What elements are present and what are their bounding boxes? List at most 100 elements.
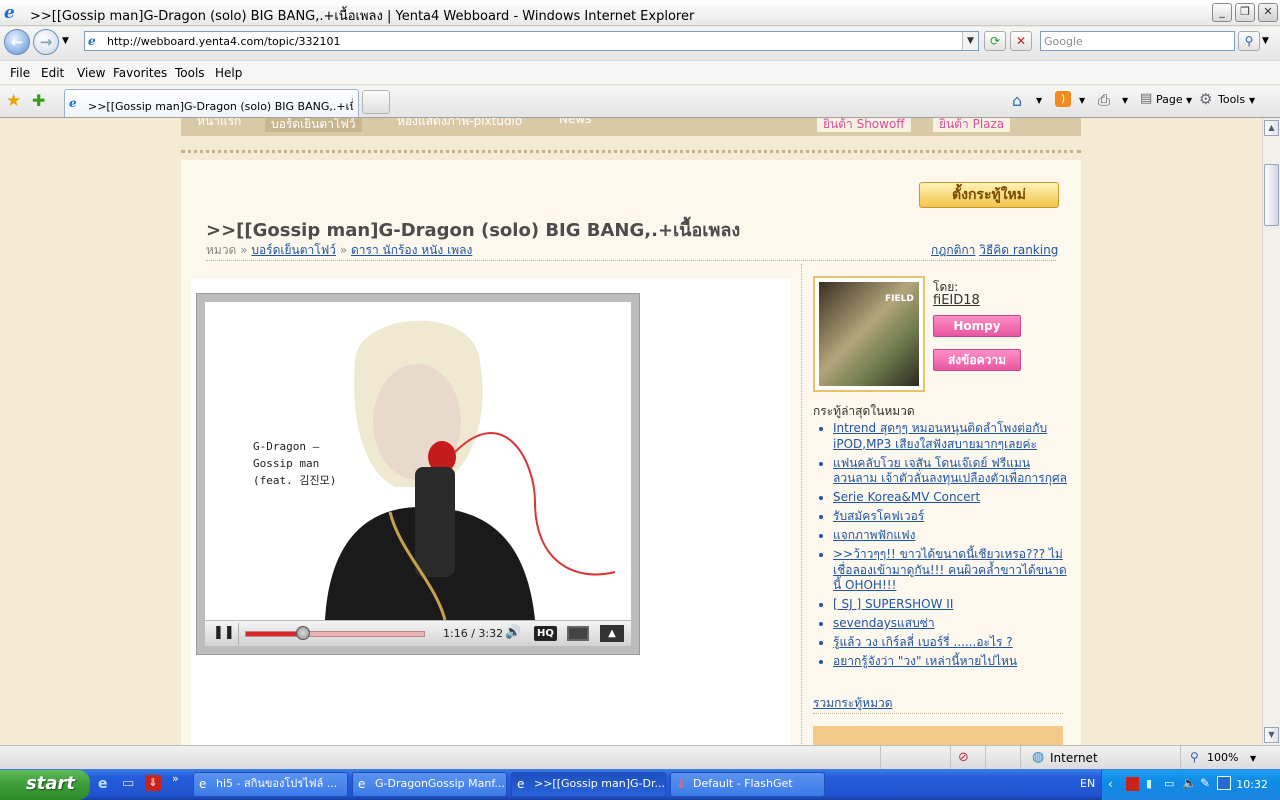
history-dropdown-icon[interactable]: ▼ <box>62 36 69 46</box>
monitor-icon[interactable]: ▭ <box>1164 777 1174 790</box>
menu-favorites[interactable]: Favorites <box>113 66 167 80</box>
site-nav-pixtudio[interactable]: ห้องแสดงภาพ-pixtudio <box>397 118 522 131</box>
expand-icon[interactable]: ▲ <box>600 625 624 642</box>
pause-icon[interactable]: ❚❚ <box>213 625 235 640</box>
protected-mode-icon[interactable]: ⊘ <box>958 750 969 765</box>
vertical-scrollbar[interactable]: ▲ ▼ <box>1262 118 1280 745</box>
tool-icon[interactable]: ✎ <box>1200 776 1210 790</box>
scroll-thumb[interactable] <box>1264 164 1279 226</box>
favorites-star-icon[interactable]: ★ <box>6 91 21 111</box>
list-item[interactable]: [ SJ ] SUPERSHOW II <box>833 597 1073 613</box>
quicklaunch-more-icon[interactable]: » <box>172 772 179 785</box>
add-favorite-icon[interactable]: ✚ <box>32 91 45 110</box>
ranking-link[interactable]: วิธีคิด ranking <box>979 243 1058 257</box>
ie-quicklaunch-icon[interactable]: e <box>98 776 108 792</box>
network-icon[interactable]: ▮ <box>1146 777 1152 790</box>
list-item[interactable]: >>ว้าวๆๆ!! ขาวได้ขนาดนี้เชียวเหรอ??? ไม่… <box>833 547 1073 594</box>
desktop-quicklaunch-icon[interactable]: ▭ <box>122 776 134 791</box>
zoom-level[interactable]: 100% <box>1207 751 1238 764</box>
start-button[interactable]: start <box>0 770 90 800</box>
breadcrumb-category-link[interactable]: ดารา นักร้อง หนัง เพลง <box>351 243 472 257</box>
list-item[interactable]: sevendaysแสบซ่า <box>833 616 1073 632</box>
volume-icon[interactable]: 🔊 <box>505 625 521 640</box>
menu-view[interactable]: View <box>77 66 105 80</box>
list-item[interactable]: อยากรู้จังว่า "วง" เหล่านี้หายไปไหน <box>833 654 1073 670</box>
menu-edit[interactable]: Edit <box>41 66 64 80</box>
rules-link[interactable]: กฎกติกา <box>931 243 975 257</box>
new-tab-button[interactable] <box>362 90 390 114</box>
site-nav-news[interactable]: News <box>559 118 591 126</box>
new-topic-button[interactable]: ตั้งกระทู้ใหม่ <box>919 182 1059 208</box>
feeds-dropdown-icon[interactable]: ▼ <box>1079 96 1085 105</box>
print-icon[interactable]: ⎙ <box>1098 91 1110 109</box>
clock: 10:32 <box>1236 778 1268 791</box>
tools-dropdown-icon[interactable]: ▼ <box>1249 96 1255 105</box>
taskbar-button-hi5[interactable]: e hi5 - สกินของโปรไฟล์ ... <box>193 772 348 797</box>
home-icon[interactable]: ⌂ <box>1012 91 1022 110</box>
menu-file[interactable]: File <box>10 66 30 80</box>
taskbar-button-flashget[interactable]: ⇓ Default - FlashGet <box>670 772 825 797</box>
divider <box>181 150 1081 160</box>
search-icon[interactable]: ⚲ <box>1238 31 1260 51</box>
restore-button[interactable]: ❐ <box>1235 3 1255 22</box>
send-message-button[interactable]: ส่งข้อความ <box>933 349 1021 371</box>
rules-links: กฎกติกา วิธีคิด ranking <box>931 241 1058 260</box>
list-item[interactable]: รับสมัครโคฟเวอร์ <box>833 509 1073 525</box>
site-nav-plaza[interactable]: ยินต้า Plaza <box>933 118 1011 132</box>
close-button[interactable]: ✕ <box>1258 3 1278 22</box>
scroll-up-icon[interactable]: ▲ <box>1264 120 1279 136</box>
breadcrumb-board-link[interactable]: บอร์ดเย็นตาโฟว์ <box>251 243 336 257</box>
tools-menu[interactable]: Tools <box>1218 93 1245 106</box>
language-indicator[interactable]: EN <box>1080 777 1095 790</box>
taskbar-button-gdragon[interactable]: e G-DragonGossip Manf... <box>352 772 507 797</box>
minimize-button[interactable]: _ <box>1212 3 1232 22</box>
print-dropdown-icon[interactable]: ▼ <box>1122 96 1128 105</box>
flashget-tray-icon[interactable] <box>1126 777 1139 791</box>
tray-expand-icon[interactable]: ‹ <box>1108 777 1113 791</box>
page-dropdown-icon[interactable]: ▼ <box>1186 96 1192 105</box>
menu-help[interactable]: Help <box>215 66 242 80</box>
all-topics-link[interactable]: รวมกระทู้หมวด <box>813 694 893 713</box>
hompy-button[interactable]: Hompy <box>933 315 1021 337</box>
popout-icon[interactable] <box>567 626 589 641</box>
speaker-icon[interactable]: 🔈 <box>1182 776 1197 790</box>
taskbar-button-active[interactable]: e >>[[Gossip man]G-Dr... <box>511 772 666 797</box>
video-still: . G-Dragon – Gossip man (feat. 김진모) <box>253 320 616 620</box>
home-dropdown-icon[interactable]: ▼ <box>1036 96 1042 105</box>
feeds-icon[interactable]: ) <box>1055 91 1071 107</box>
list-item[interactable]: Serie Korea&MV Concert <box>833 490 1073 506</box>
author-name-link[interactable]: fiEID18 <box>933 293 980 308</box>
tab-active[interactable]: e >>[[Gossip man]G-Dragon (solo) BIG BAN… <box>64 89 359 117</box>
ie-icon: e <box>358 777 366 791</box>
video-frame[interactable]: . G-Dragon – Gossip man (feat. 김진모) <box>205 302 631 620</box>
back-button[interactable]: ← <box>4 29 30 55</box>
progress-knob[interactable] <box>296 626 310 640</box>
scroll-down-icon[interactable]: ▼ <box>1264 727 1279 743</box>
app-tray-icon[interactable] <box>1217 776 1231 790</box>
avatar[interactable]: FIELD <box>813 276 925 392</box>
address-bar[interactable]: e http://webboard.yenta4.com/topic/33210… <box>84 31 979 51</box>
refresh-button[interactable]: ⟳ <box>984 31 1006 51</box>
stop-button[interactable]: ✕ <box>1010 31 1032 51</box>
search-input[interactable]: Google <box>1040 31 1235 51</box>
address-dropdown-icon[interactable]: ▼ <box>962 32 978 50</box>
list-item[interactable]: รู้แล้ว วง เกิร์ลลี่ เบอร์รี่ ......อะไร… <box>833 635 1073 651</box>
list-item[interactable]: Intrend สุดๆๆ หมอนหนุนติดลำโพงต่อกับ iPO… <box>833 421 1073 452</box>
list-item[interactable]: แฟนคลับโวย เจสัน โดนเจ๊เดย์ ฟรีแมน ลวนลา… <box>833 456 1073 487</box>
address-url[interactable]: http://webboard.yenta4.com/topic/332101 <box>107 35 341 48</box>
video-player[interactable]: . G-Dragon – Gossip man (feat. 김진모) ❚❚ 1… <box>196 293 640 655</box>
search-options-icon[interactable]: ▼ <box>1262 36 1269 46</box>
site-nav-showoff[interactable]: ยินต้า Showoff <box>817 118 911 132</box>
zoom-icon[interactable]: ⚲ <box>1190 750 1199 764</box>
site-nav-board[interactable]: บอร์ดเย็นตาโฟว์ <box>265 118 362 132</box>
flashget-quicklaunch-icon[interactable]: ⇓ <box>145 775 161 791</box>
hq-button[interactable]: HQ <box>534 626 557 641</box>
menu-tools[interactable]: Tools <box>175 66 205 80</box>
forward-button[interactable]: → <box>33 29 59 55</box>
progress-track[interactable] <box>245 631 425 637</box>
list-item[interactable]: แจกภาพฟักแฟง <box>833 528 1073 544</box>
site-nav-home[interactable]: หน้าแรก <box>197 118 241 131</box>
zoom-dropdown-icon[interactable]: ▼ <box>1250 754 1256 763</box>
page-menu[interactable]: Page <box>1156 93 1183 106</box>
avatar-caption: FIELD <box>885 294 914 304</box>
